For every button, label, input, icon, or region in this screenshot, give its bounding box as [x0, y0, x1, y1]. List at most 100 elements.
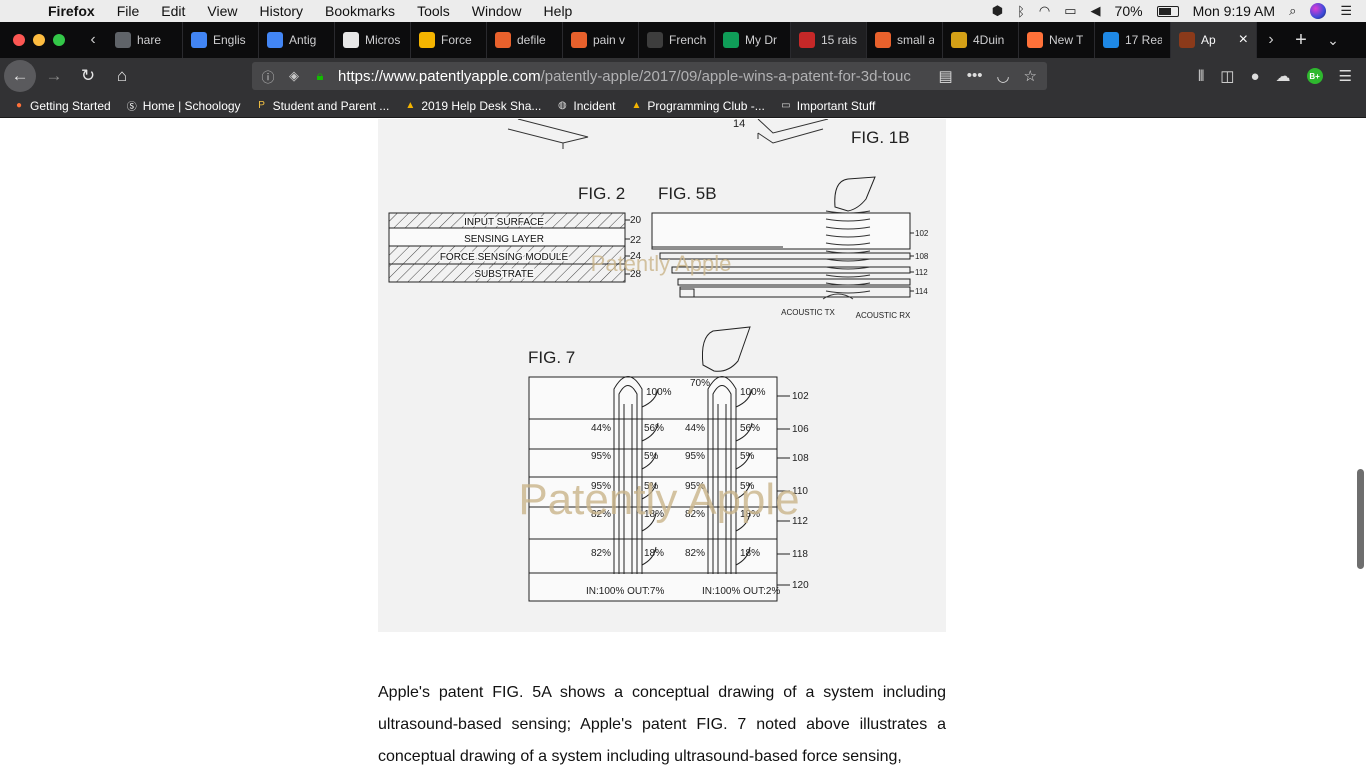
spotlight-search-icon[interactable]: ⌕ — [1289, 3, 1296, 19]
notification-center-icon[interactable]: ☰ — [1340, 3, 1352, 19]
page-actions-icon[interactable]: ••• — [967, 67, 983, 85]
tab-13[interactable]: New T — [1019, 22, 1095, 58]
close-tab-icon[interactable]: × — [1239, 31, 1248, 49]
menu-app-firefox[interactable]: Firefox — [44, 3, 106, 19]
bluetooth-icon[interactable]: ᛒ — [1017, 4, 1025, 19]
bookmark-item-3[interactable]: P Student and Parent ... — [255, 98, 390, 113]
google-drive-icon — [723, 32, 739, 48]
back-button[interactable]: ← — [4, 60, 36, 92]
fig5b-title: FIG. 5B — [658, 184, 717, 203]
tab-7[interactable]: pain v — [563, 22, 639, 58]
extension-icon[interactable]: ☁ — [1276, 67, 1291, 85]
sidebar-icon[interactable]: ◫ — [1220, 67, 1234, 85]
bookmark-label: Incident — [573, 98, 616, 113]
tab-3[interactable]: Antig — [259, 22, 335, 58]
hamburger-menu-icon[interactable]: ☰ — [1339, 67, 1352, 85]
tab-title: Antig — [289, 33, 317, 47]
macos-menu-bar: Firefox File Edit View History Bookmarks… — [0, 0, 1366, 22]
account-icon[interactable]: ● — [1250, 68, 1259, 85]
zoom-window-button[interactable] — [53, 34, 65, 46]
url-bar[interactable]: ⓘ ◈ 🔒︎ https://www.patentlyapple.com/pat… — [252, 62, 1047, 90]
bookmark-item-2[interactable]: Ⓢ Home | Schoology — [125, 99, 241, 114]
menu-edit[interactable]: Edit — [150, 3, 196, 19]
tab-10[interactable]: 15 rais — [791, 22, 867, 58]
menu-file[interactable]: File — [106, 3, 151, 19]
tab-5[interactable]: Force — [411, 22, 487, 58]
tab-11[interactable]: small a — [867, 22, 943, 58]
clock[interactable]: Mon 9:19 AM — [1193, 3, 1276, 19]
tab-8[interactable]: French — [639, 22, 715, 58]
volume-icon[interactable]: ◀ — [1091, 3, 1101, 19]
folder-icon: ▭ — [781, 100, 791, 111]
tab-6[interactable]: defile — [487, 22, 563, 58]
schoology-icon: Ⓢ — [126, 102, 137, 113]
bookmark-star-icon[interactable]: ☆ — [1024, 67, 1037, 85]
tracking-protection-icon[interactable]: ◈ — [284, 68, 304, 84]
fig7-row-2-left-percent: 95% — [591, 451, 611, 462]
list-all-tabs-icon[interactable]: ⌄ — [1317, 32, 1349, 49]
red-bookmark-icon — [799, 32, 815, 48]
menu-bookmarks[interactable]: Bookmarks — [314, 3, 406, 19]
menu-view[interactable]: View — [196, 3, 248, 19]
reader-view-icon[interactable]: ▤ — [939, 67, 953, 85]
fig7-row-1-left2-percent: 44% — [685, 423, 705, 434]
fig7-top-right-percent: 100% — [740, 387, 766, 398]
fig7-top-middle-percent: 70% — [690, 378, 710, 389]
tab-title: defile — [517, 33, 546, 47]
library-icon[interactable]: ⫴ — [1198, 68, 1204, 85]
bookmark-item-5[interactable]: ◍ Incident — [555, 99, 615, 113]
home-button[interactable]: ⌂ — [106, 60, 138, 92]
tab-title: pain v — [593, 33, 626, 47]
fig5b-ref-102: 102 — [915, 229, 929, 238]
page-scrollbar-thumb[interactable] — [1357, 469, 1364, 569]
menu-tools[interactable]: Tools — [406, 3, 461, 19]
menu-history[interactable]: History — [248, 3, 314, 19]
siri-icon[interactable] — [1310, 3, 1327, 19]
menu-help[interactable]: Help — [533, 3, 584, 19]
fig7-row-5-left2-percent: 82% — [685, 548, 705, 559]
url-text[interactable]: https://www.patentlyapple.com/patently-a… — [338, 68, 913, 85]
bookmark-item-1[interactable]: ● Getting Started — [12, 99, 111, 113]
fig7-row-5-right-percent: 18% — [644, 548, 664, 559]
firefox-orange-icon — [495, 32, 511, 48]
fig7-row-1-left-percent: 44% — [591, 423, 611, 434]
tab-2[interactable]: Englis — [183, 22, 259, 58]
tab-title: 4Duin — [973, 33, 1005, 47]
bookmark-item-4[interactable]: ▲ 2019 Help Desk Sha... — [403, 99, 541, 113]
tab-1[interactable]: hare — [107, 22, 183, 58]
bookmark-label: Student and Parent ... — [272, 98, 390, 113]
battery-percent[interactable]: 70% — [1115, 3, 1143, 19]
scroll-tabs-right-icon[interactable]: › — [1257, 31, 1285, 49]
bookmark-item-6[interactable]: ▲ Programming Club -... — [629, 99, 764, 113]
tab-15[interactable]: Ap × — [1171, 22, 1257, 58]
firefox-orange-icon — [875, 32, 891, 48]
close-window-button[interactable] — [13, 34, 25, 46]
wifi-icon[interactable]: ◠ — [1039, 3, 1050, 19]
bookmark-item-7[interactable]: ▭ Important Stuff — [779, 99, 875, 113]
tab-12[interactable]: 4Duin — [943, 22, 1019, 58]
article-paragraph: Apple's patent FIG. 5A shows a conceptua… — [378, 684, 946, 765]
fig5b-ref-114: 114 — [915, 287, 928, 296]
battery-icon[interactable] — [1156, 5, 1179, 17]
scroll-tabs-left-icon[interactable]: ‹ — [79, 31, 107, 49]
reload-button[interactable]: ↻ — [72, 60, 104, 92]
tab-title: New T — [1049, 33, 1084, 47]
airplay-icon[interactable]: ▭ — [1064, 3, 1076, 19]
menu-window[interactable]: Window — [461, 3, 533, 19]
fig2-layer-sensing: SENSING LAYER — [464, 234, 544, 245]
fig1b-title: FIG. 1B — [851, 128, 910, 147]
tab-4[interactable]: Micros — [335, 22, 411, 58]
tab-9[interactable]: My Dr — [715, 22, 791, 58]
lock-icon[interactable]: 🔒︎ — [310, 68, 330, 84]
fig7-row-5-right2-percent: 18% — [740, 548, 760, 559]
google-docs-icon — [267, 32, 283, 48]
dropbox-icon[interactable]: ⬢ — [992, 3, 1003, 19]
forward-button[interactable]: → — [38, 60, 70, 92]
minimize-window-button[interactable] — [33, 34, 45, 46]
firefox-orange-icon — [571, 32, 587, 48]
new-tab-button[interactable]: + — [1285, 29, 1317, 52]
grade-extension-icon[interactable]: B+ — [1306, 68, 1323, 84]
pocket-icon[interactable]: ◡ — [996, 67, 1009, 85]
info-icon[interactable]: ⓘ — [258, 67, 278, 86]
tab-14[interactable]: 17 Rea — [1095, 22, 1171, 58]
